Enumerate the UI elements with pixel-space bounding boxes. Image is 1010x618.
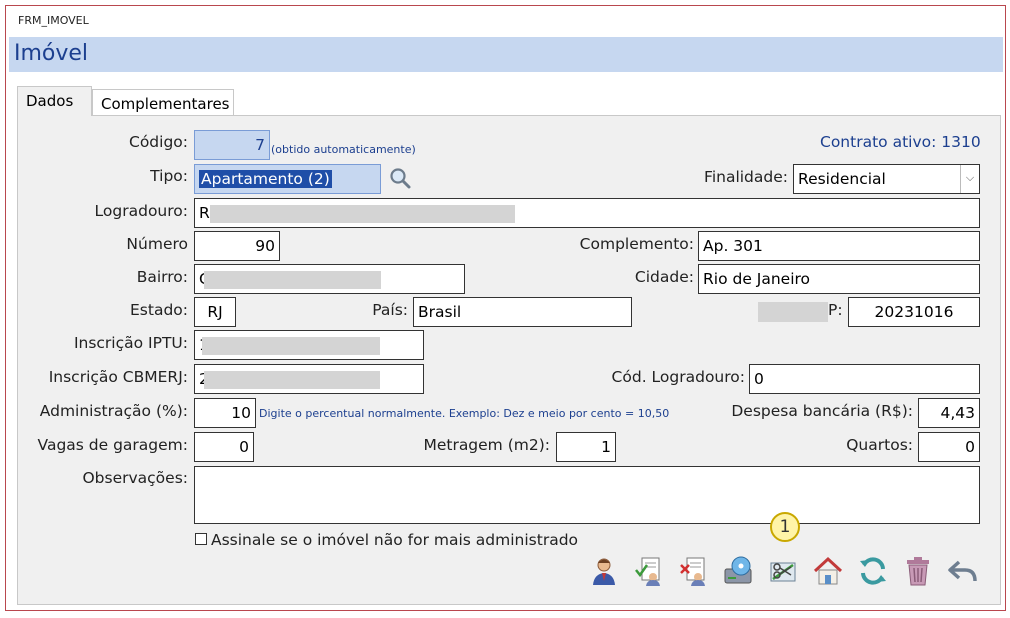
finalidade-value: Residencial: [798, 170, 886, 188]
redacted-block: [204, 371, 380, 389]
window-title: FRM_IMOVEL: [18, 14, 89, 27]
contract-status: Contrato ativo: 1310: [820, 133, 981, 151]
vagas-field[interactable]: 0: [194, 432, 254, 462]
cep-label: P:: [828, 301, 843, 319]
cod-logradouro-label: Cód. Logradouro:: [611, 368, 745, 386]
cut-document-icon[interactable]: [767, 555, 799, 587]
finalidade-label: Finalidade:: [704, 168, 788, 186]
redacted-block: [210, 205, 515, 223]
redacted-block: [758, 302, 828, 322]
codigo-hint: (obtido automaticamente): [271, 143, 416, 156]
nao-administrado-checkbox[interactable]: [195, 533, 207, 545]
cbmerj-label: Inscrição CBMERJ:: [48, 368, 188, 386]
pais-field[interactable]: Brasil: [413, 297, 632, 327]
tipo-label: Tipo:: [150, 167, 188, 185]
house-icon[interactable]: [812, 555, 844, 587]
redacted-block: [202, 337, 380, 355]
cod-logradouro-field[interactable]: 0: [749, 364, 980, 394]
undo-icon[interactable]: [947, 555, 979, 587]
administracao-field[interactable]: 10: [194, 398, 256, 428]
quartos-field[interactable]: 0: [918, 432, 980, 462]
trash-icon[interactable]: [902, 555, 934, 587]
metragem-label: Metragem (m2):: [423, 436, 550, 454]
search-icon[interactable]: [388, 166, 412, 190]
complemento-label: Complemento:: [579, 235, 694, 253]
codigo-label: Código:: [129, 133, 188, 151]
vagas-label: Vagas de garagem:: [37, 436, 188, 454]
administracao-hint: Digite o percentual normalmente. Exemplo…: [259, 407, 670, 420]
tipo-value: Apartamento (2): [199, 170, 332, 188]
logradouro-label: Logradouro:: [94, 202, 188, 220]
bairro-label: Bairro:: [136, 268, 188, 286]
tab-complementares[interactable]: Complementares: [92, 89, 234, 116]
refresh-icon[interactable]: [857, 555, 889, 587]
quartos-label: Quartos:: [846, 436, 913, 454]
observacoes-label: Observações:: [82, 469, 188, 487]
observacoes-textarea[interactable]: [194, 466, 980, 524]
step-badge: 1: [770, 512, 800, 542]
redacted-block: [204, 271, 381, 289]
pais-label: País:: [372, 301, 408, 319]
administracao-label: Administração (%):: [39, 402, 188, 420]
approve-document-icon[interactable]: [633, 555, 665, 587]
owner-icon[interactable]: [588, 555, 620, 587]
codigo-field: 7: [194, 130, 270, 160]
cidade-field[interactable]: Rio de Janeiro: [698, 264, 980, 294]
metragem-field[interactable]: 1: [556, 432, 616, 462]
chevron-down-icon[interactable]: ⌵: [960, 165, 979, 193]
estado-label: Estado:: [130, 301, 188, 319]
numero-label: Número: [126, 235, 188, 253]
tipo-field[interactable]: Apartamento (2): [194, 164, 381, 194]
numero-field[interactable]: 90: [194, 231, 280, 261]
cidade-label: Cidade:: [634, 268, 694, 286]
tab-dados[interactable]: Dados: [17, 86, 92, 116]
despesa-label: Despesa bancária (R$):: [731, 402, 913, 420]
header-band: [9, 37, 1003, 72]
complemento-field[interactable]: Ap. 301: [698, 231, 980, 261]
reject-document-icon[interactable]: [678, 555, 710, 587]
nao-administrado-label: Assinale se o imóvel não for mais admini…: [211, 531, 579, 549]
disk-icon[interactable]: [722, 555, 754, 587]
finalidade-select[interactable]: Residencial ⌵: [793, 164, 980, 194]
page-title: Imóvel: [14, 41, 89, 66]
despesa-field[interactable]: 4,43: [918, 398, 980, 428]
cep-field[interactable]: 20231016: [848, 297, 980, 327]
iptu-label: Inscrição IPTU:: [73, 334, 188, 352]
estado-field[interactable]: RJ: [194, 297, 236, 327]
